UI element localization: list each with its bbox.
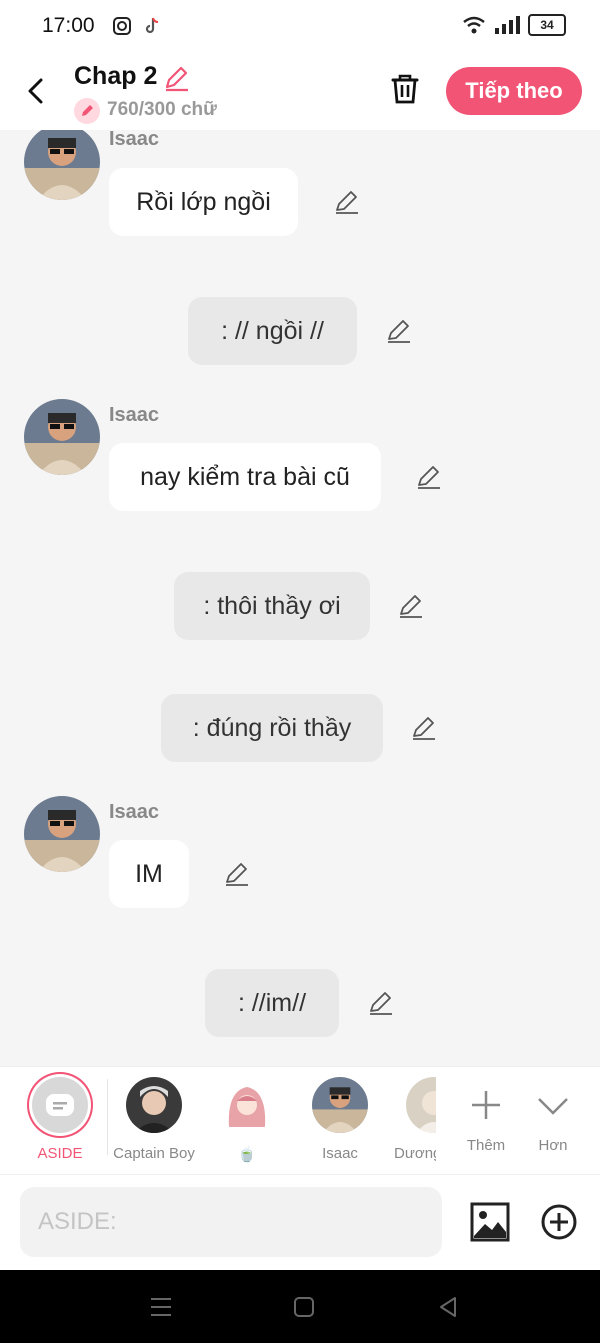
avatar — [126, 1077, 182, 1133]
editor-header: Chap 2 760/300 chữ Tiếp theo — [0, 56, 600, 130]
edit-message-icon[interactable] — [397, 592, 425, 620]
character-isaac[interactable]: Isaac — [300, 1077, 380, 1162]
status-indicators: 34 — [462, 14, 566, 36]
status-time: 17:00 — [42, 14, 95, 37]
message-bubble[interactable]: nay kiểm tra bài cũ — [109, 443, 381, 511]
avatar[interactable] — [24, 796, 100, 872]
speaker-name: Isaac — [109, 130, 160, 150]
image-icon[interactable] — [470, 1202, 510, 1242]
character-label: Isaac — [322, 1145, 358, 1162]
character-label: Hơn — [538, 1137, 568, 1154]
chat-area: Isaac Rồi lớp ngồi : // ngồi // Isaac na… — [0, 130, 600, 1066]
character-duong[interactable]: Dương — [393, 1077, 436, 1162]
character-label: Thêm — [466, 1137, 506, 1154]
edit-message-icon[interactable] — [385, 317, 413, 345]
more-characters-button[interactable]: Hơn — [513, 1077, 593, 1154]
word-count: 760/300 chữ — [107, 99, 217, 120]
speaker-name: Isaac — [109, 801, 160, 823]
status-bar: 17:00 34 — [0, 0, 600, 56]
edit-message-icon[interactable] — [223, 860, 251, 888]
trash-icon[interactable] — [388, 72, 422, 106]
divider — [107, 1079, 108, 1155]
character-captain-boy[interactable]: Captain Boy — [113, 1077, 195, 1162]
home-icon[interactable] — [293, 1296, 315, 1318]
aside-bubble[interactable]: : //im// — [205, 969, 339, 1037]
avatar — [219, 1077, 275, 1133]
message-icon — [46, 1094, 74, 1116]
aside-avatar — [32, 1077, 88, 1133]
avatar[interactable] — [24, 130, 100, 200]
edit-message-icon[interactable] — [333, 188, 361, 216]
avatar[interactable] — [24, 399, 100, 475]
aside-bubble[interactable]: : đúng rồi thầy — [161, 694, 383, 762]
signal-icon — [495, 16, 520, 34]
character-label: Captain Boy — [113, 1145, 195, 1162]
plus-circle-icon[interactable] — [540, 1203, 578, 1241]
battery-indicator: 34 — [528, 14, 566, 36]
wifi-icon — [463, 16, 485, 34]
edit-message-icon[interactable] — [415, 463, 443, 491]
word-count-icon — [74, 98, 100, 124]
character-label: 🍵 — [237, 1146, 257, 1163]
back-icon[interactable] — [22, 76, 52, 106]
menu-icon[interactable] — [149, 1296, 173, 1318]
message-input[interactable] — [20, 1187, 442, 1257]
edit-message-icon[interactable] — [410, 714, 438, 742]
aside-bubble[interactable]: : // ngồi // — [188, 297, 357, 365]
chapter-title[interactable]: Chap 2 — [74, 62, 157, 91]
character-label: ASIDE — [37, 1145, 83, 1162]
plus-icon — [472, 1091, 500, 1119]
character-aside[interactable]: ASIDE — [20, 1077, 100, 1162]
character-selector: ASIDE Captain Boy 🍵 Isaac Dương Thêm Hơn — [0, 1066, 600, 1175]
tiktok-icon — [145, 17, 159, 34]
speaker-name: Isaac — [109, 404, 160, 426]
edit-message-icon[interactable] — [367, 989, 395, 1017]
aside-bubble[interactable]: : thôi thầy ơi — [174, 572, 370, 640]
avatar — [312, 1077, 368, 1133]
chevron-down-icon — [538, 1098, 568, 1115]
instagram-icon — [113, 17, 131, 35]
character-label: Dương — [394, 1145, 436, 1162]
message-bubble[interactable]: IM — [109, 840, 189, 908]
message-bubble[interactable]: Rồi lớp ngồi — [109, 168, 298, 236]
composer — [0, 1174, 600, 1271]
next-button[interactable]: Tiếp theo — [446, 67, 582, 115]
back-nav-icon[interactable] — [437, 1296, 459, 1318]
avatar — [406, 1077, 436, 1133]
edit-title-icon[interactable] — [162, 64, 190, 92]
status-app-icons — [112, 16, 162, 36]
system-navigation-bar — [0, 1270, 600, 1343]
character-tea[interactable]: 🍵 — [207, 1077, 287, 1163]
